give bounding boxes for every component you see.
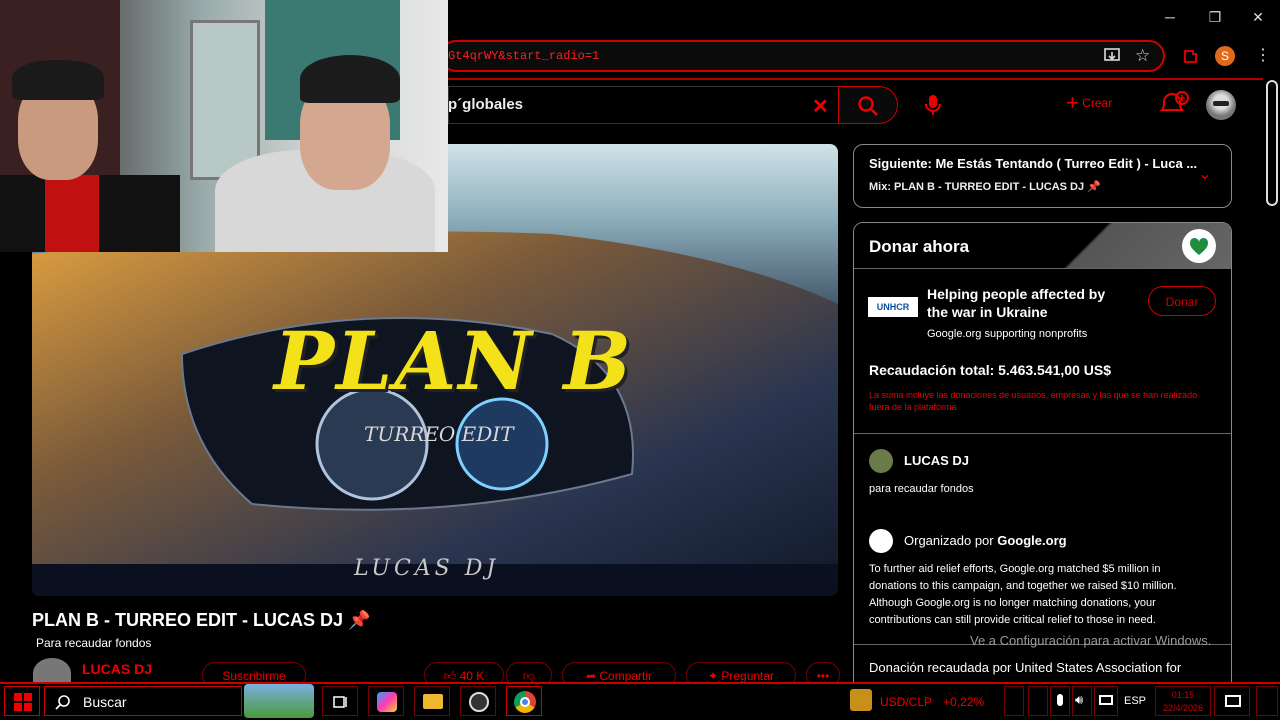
creator-name: LUCAS DJ bbox=[904, 453, 970, 468]
search-button[interactable] bbox=[838, 86, 898, 124]
webcam-overlay bbox=[0, 0, 448, 252]
search-query[interactable]: p´globales bbox=[448, 96, 523, 113]
campaign-subtitle: Google.org supporting nonprofits bbox=[927, 328, 1088, 340]
plus-icon: + bbox=[1066, 90, 1079, 115]
file-explorer-icon[interactable] bbox=[414, 686, 450, 716]
chevron-down-icon[interactable]: ⌄ bbox=[1198, 164, 1211, 184]
donation-divider bbox=[854, 433, 1231, 434]
google-org-avatar bbox=[869, 529, 893, 553]
microphone-tray-icon[interactable] bbox=[1050, 686, 1070, 716]
total-raised: Recaudación total: 5.463.541,00 US$ bbox=[869, 362, 1111, 378]
up-next-panel[interactable] bbox=[853, 144, 1232, 208]
donate-button[interactable]: Donar bbox=[1148, 286, 1216, 316]
campaign-title: Helping people affected by the war in Uk… bbox=[927, 286, 1106, 320]
raised-by: Donación recaudada por United States Ass… bbox=[869, 660, 1182, 675]
browser-titlebar bbox=[448, 0, 1280, 34]
obs-icon[interactable] bbox=[460, 686, 496, 716]
maximize-button[interactable]: ❐ bbox=[1203, 6, 1227, 28]
bookmark-star-icon[interactable]: ☆ bbox=[1135, 46, 1155, 66]
task-view-icon[interactable] bbox=[322, 686, 358, 716]
creator-message: para recaudar fondos bbox=[869, 483, 974, 495]
profile-avatar[interactable]: S bbox=[1215, 46, 1235, 66]
video-title: PLAN B - TURREO EDIT - LUCAS DJ 📌 bbox=[32, 610, 371, 630]
account-avatar[interactable] bbox=[1206, 90, 1236, 120]
heart-hand-icon bbox=[1182, 229, 1216, 263]
thumbnail-subtitle: TURREO EDIT bbox=[364, 422, 514, 446]
language-indicator[interactable]: ESP bbox=[1124, 695, 1146, 707]
close-window-button[interactable]: ✕ bbox=[1246, 6, 1270, 28]
thumbnail-title: PLAN B bbox=[274, 314, 634, 408]
extensions-icon[interactable] bbox=[1182, 47, 1202, 65]
donate-now-title: Donar ahora bbox=[869, 237, 970, 256]
copilot-app-icon[interactable] bbox=[368, 686, 404, 716]
up-next-title[interactable]: Siguiente: Me Estás Tentando ( Turreo Ed… bbox=[869, 156, 1197, 171]
create-button[interactable]: + Crear bbox=[1066, 92, 1130, 116]
total-note: La suma incluye las donaciones de usuari… bbox=[869, 390, 1198, 412]
page-scrollbar[interactable] bbox=[1266, 80, 1278, 206]
chrome-icon[interactable] bbox=[506, 686, 542, 716]
person-left-hair bbox=[12, 60, 104, 100]
sparkle-icon: ✦ bbox=[707, 669, 718, 683]
currency-icon bbox=[850, 689, 872, 711]
thumbnail-credit: LUCAS DJ bbox=[354, 556, 500, 581]
thumbs-down-icon: 👎︎ bbox=[522, 669, 536, 683]
search-icon bbox=[858, 96, 878, 116]
clear-search-icon[interactable]: ✕ bbox=[812, 94, 829, 119]
network-icon[interactable] bbox=[1094, 686, 1118, 716]
person-left bbox=[0, 175, 180, 252]
person-right-hair bbox=[300, 55, 400, 103]
webcam-tray-icon[interactable] bbox=[1028, 686, 1048, 716]
share-icon: ➦ bbox=[585, 669, 597, 683]
toolbar-divider bbox=[448, 78, 1263, 80]
start-button[interactable] bbox=[4, 686, 40, 716]
organizer-description: To further aid relief efforts, Google.or… bbox=[869, 563, 1177, 626]
search-icon bbox=[55, 695, 70, 710]
notifications-icon[interactable] bbox=[1158, 90, 1190, 118]
clock[interactable]: 01:15 22/4/2026 bbox=[1155, 686, 1211, 716]
creator-avatar bbox=[869, 449, 893, 473]
unhcr-logo: UNHCR bbox=[868, 297, 918, 317]
browser-menu-icon[interactable]: ⋮ bbox=[1255, 46, 1271, 66]
organized-by: Organizado por Google.org bbox=[904, 533, 1067, 548]
weather-widget-icon[interactable] bbox=[244, 684, 314, 718]
notification-center-icon[interactable] bbox=[1214, 686, 1250, 716]
install-app-icon[interactable] bbox=[1103, 47, 1123, 65]
minimize-button[interactable]: ─ bbox=[1158, 6, 1182, 28]
taskbar-search-label: Buscar bbox=[83, 694, 127, 710]
webcam-mirror bbox=[190, 20, 260, 180]
thumbs-up-icon: 👍︎ bbox=[443, 669, 457, 683]
windows-activation-watermark: Ve a Configuración para activar Windows. bbox=[970, 633, 1212, 648]
url-text[interactable]: Gt4qrWY&start_radio=1 bbox=[448, 49, 599, 63]
tray-overflow-icon[interactable] bbox=[1004, 686, 1024, 716]
volume-icon[interactable]: 🔊︎ bbox=[1072, 686, 1092, 716]
video-description: Para recaudar fondos bbox=[36, 636, 152, 650]
taskbar-search[interactable] bbox=[44, 686, 242, 716]
voice-search-icon[interactable] bbox=[920, 92, 946, 118]
show-desktop-button[interactable] bbox=[1256, 686, 1278, 716]
currency-ticker[interactable]: USD/CLP +0,22% bbox=[880, 695, 984, 709]
channel-name[interactable]: LUCAS DJ bbox=[82, 661, 152, 677]
windows-icon bbox=[14, 693, 32, 711]
up-next-mix: Mix: PLAN B - TURREO EDIT - LUCAS DJ 📌 bbox=[869, 181, 1101, 193]
